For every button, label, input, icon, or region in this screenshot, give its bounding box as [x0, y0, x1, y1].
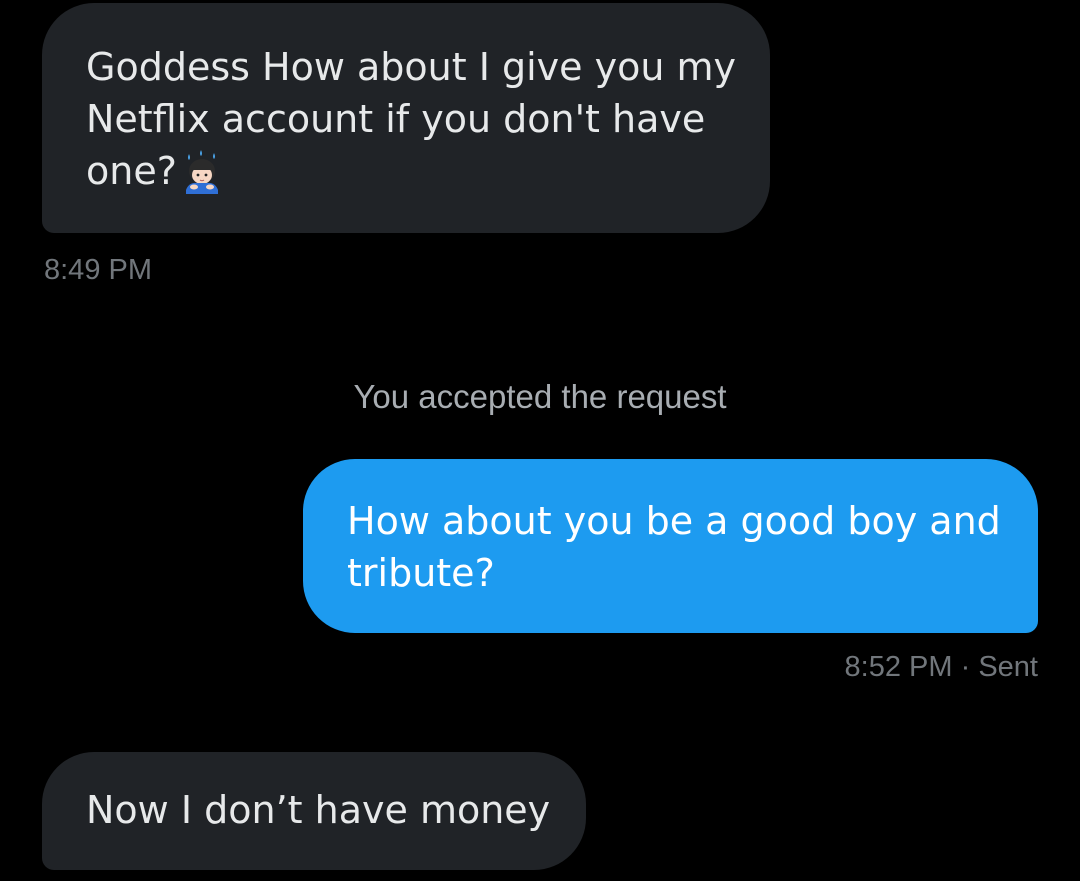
- message-text-fragment: one?: [86, 149, 177, 193]
- request-accepted-notice: You accepted the request: [353, 378, 727, 415]
- message-timestamp: 8:52 PM: [844, 651, 953, 683]
- message-text-line: Netflix account if you don't have: [86, 97, 706, 141]
- message-bubble-received[interactable]: Now I don’t have money: [42, 752, 586, 870]
- meta-separator: ·: [960, 651, 971, 683]
- message-text-line: tribute?: [347, 551, 495, 595]
- message-meta: 8:52 PM · Sent: [845, 651, 1038, 684]
- message-text-line: Goddess How about I give you my: [86, 45, 737, 89]
- message-status: Sent: [978, 651, 1038, 683]
- message-text-line: How about you be a good boy and: [347, 499, 1001, 543]
- message-bubble-received[interactable]: Goddess How about I give you my Netflix …: [42, 3, 770, 233]
- message-bubble-sent[interactable]: How about you be a good boy and tribute?: [303, 459, 1038, 633]
- message-text-line: one?: [86, 145, 730, 197]
- message-timestamp: 8:49 PM: [44, 254, 152, 286]
- message-text-line: Now I don’t have money: [86, 788, 551, 832]
- bowing-boy-sweat-emoji-icon: [185, 150, 218, 194]
